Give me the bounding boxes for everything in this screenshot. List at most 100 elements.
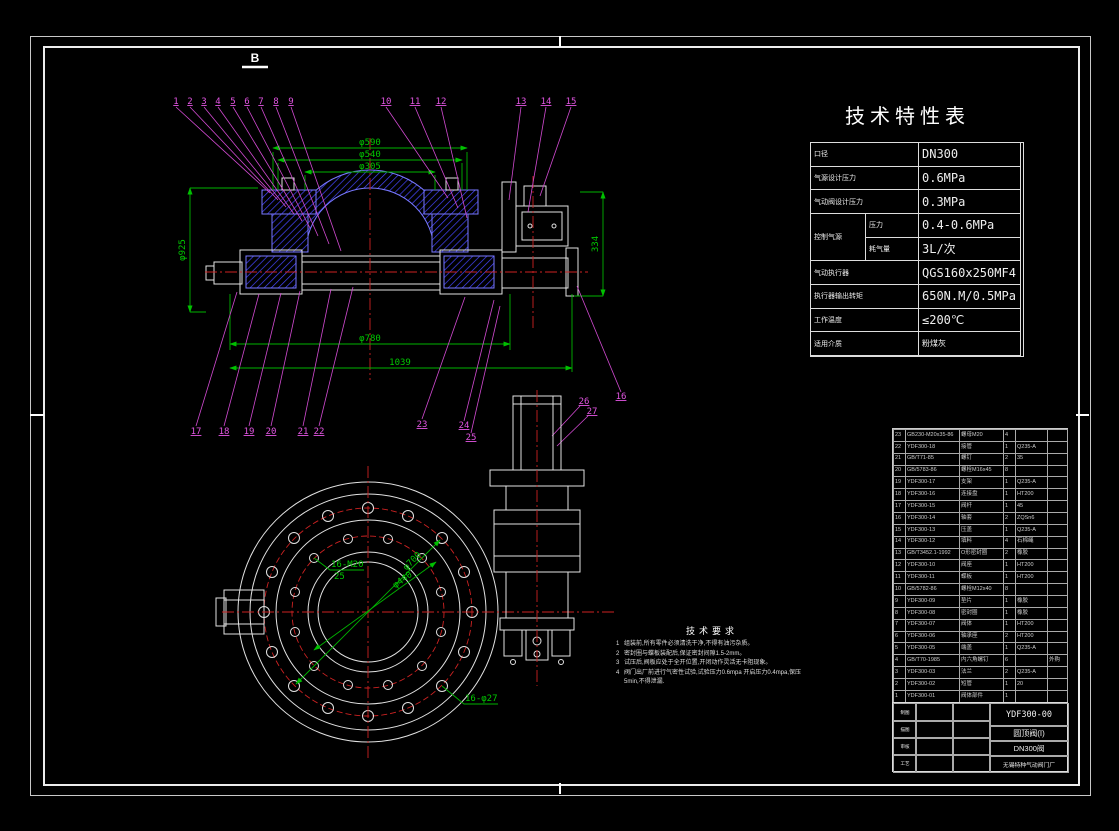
spec-value: 0.6MPa <box>919 167 1021 191</box>
bom-item-name: 内六角螺钉 <box>960 655 1004 667</box>
bom-item-qty: 1 <box>1004 690 1016 702</box>
spec-value: 3L/次 <box>919 238 1021 262</box>
svg-text:21: 21 <box>298 427 309 437</box>
svg-text:16-φ27: 16-φ27 <box>465 694 498 704</box>
bom-item-note <box>1048 489 1068 501</box>
bom-item-qty: 1 <box>1004 572 1016 584</box>
tech-requirement-line: 2 密封圈与蝶板装配后,保证密封间隙1.5-2mm。 <box>616 650 808 659</box>
bom-item-name: 螺母M20 <box>960 430 1004 442</box>
bom-item-qty: 1 <box>1004 560 1016 572</box>
svg-text:4: 4 <box>215 97 220 107</box>
bom-item-name: 端盖 <box>960 643 1004 655</box>
bom-item-material: HT200 <box>1016 572 1048 584</box>
bom-item-code: YDF300-11 <box>906 572 960 584</box>
bom-item-qty: 1 <box>1004 489 1016 501</box>
svg-text:18: 18 <box>219 427 230 437</box>
bom-row: 5 YDF300-05 端盖 1 Q235-A <box>894 643 1068 655</box>
bom-item-material: HT200 <box>1016 489 1048 501</box>
drawing-canvas[interactable]: B <box>0 0 1119 831</box>
bom-item-material <box>1016 430 1048 442</box>
bom-item-qty: 8 <box>1004 584 1016 596</box>
bom-item-note: 外购 <box>1048 655 1068 667</box>
bom-item-note <box>1048 548 1068 560</box>
svg-text:φ540: φ540 <box>359 150 381 160</box>
bom-item-no: 18 <box>894 489 906 501</box>
bom-item-note <box>1048 572 1068 584</box>
bom-row: 23 GB230-M20x35-86 螺母M20 4 <box>894 430 1068 442</box>
bom-item-name: 轴承座 <box>960 631 1004 643</box>
bom-item-material: 20 <box>1016 679 1048 691</box>
bom-item-note <box>1048 631 1068 643</box>
svg-text:φ440: φ440 <box>391 570 414 591</box>
bom-item-no: 9 <box>894 596 906 608</box>
bom-item-qty: 2 <box>1004 548 1016 560</box>
bom-row: 6 YDF300-06 轴承座 2 HT200 <box>894 631 1068 643</box>
spec-label: 工作温度 <box>811 309 919 333</box>
bom-row: 1 YDF300-01 阀体部件 1 <box>894 690 1068 702</box>
bom-item-code: GB/T3452.1-1992 <box>906 548 960 560</box>
bom-item-note <box>1048 501 1068 513</box>
bom-item-qty: 1 <box>1004 524 1016 536</box>
bom-item-qty: 2 <box>1004 513 1016 525</box>
bom-row: 22 YDF300-18 接管 1 Q235-A <box>894 441 1068 453</box>
spec-value: 粉煤灰 <box>919 332 1021 356</box>
bom-item-note <box>1048 690 1068 702</box>
bom-item-qty: 1 <box>1004 596 1016 608</box>
bom-item-name: 垫片 <box>960 596 1004 608</box>
svg-text:1039: 1039 <box>389 358 411 368</box>
svg-text:15: 15 <box>566 97 577 107</box>
bom-item-name: 压盖 <box>960 524 1004 536</box>
bom-item-no: 7 <box>894 619 906 631</box>
bom-item-name: 蝶板 <box>960 572 1004 584</box>
spec-label: 气源设计压力 <box>811 167 919 191</box>
bom-item-no: 6 <box>894 631 906 643</box>
bom-item-qty: 1 <box>1004 477 1016 489</box>
bom-item-no: 13 <box>894 548 906 560</box>
svg-text:1: 1 <box>173 97 178 107</box>
bom-item-code: YDF300-12 <box>906 536 960 548</box>
bom-item-note <box>1048 513 1068 525</box>
spec-sublabel: 耗气量 <box>866 238 919 262</box>
bom-item-material: 石棉绳 <box>1016 536 1048 548</box>
bom-item-material <box>1016 584 1048 596</box>
bom-item-code: YDF300-17 <box>906 477 960 489</box>
drawing-number: YDF300-00 <box>989 703 1069 727</box>
bom-row: 15 YDF300-13 压盖 1 Q235-A <box>894 524 1068 536</box>
svg-text:φ590: φ590 <box>359 138 381 148</box>
bom-row: 8 YDF300-08 密封圈 1 橡胶 <box>894 607 1068 619</box>
bom-item-material: 橡胶 <box>1016 607 1048 619</box>
bom-item-material: 35 <box>1016 453 1048 465</box>
svg-text:B: B <box>251 51 260 65</box>
bom-item-no: 21 <box>894 453 906 465</box>
bom-item-name: 接管 <box>960 441 1004 453</box>
tech-requirement-text: 阀门出厂前进行气密性试验,试验压力0.6mpa 开启压力0.4mpa,保压5mi… <box>624 669 808 686</box>
tech-requirement-text: 组装前,所有零件必须清洗干净,不得有油污杂质。 <box>624 640 753 649</box>
bom-row: 16 YDF300-14 轴套 2 ZQSn6 <box>894 513 1068 525</box>
bom-item-code: YDF300-05 <box>906 643 960 655</box>
bom-item-code: GB230-M20x35-86 <box>906 430 960 442</box>
bom-item-no: 15 <box>894 524 906 536</box>
bom-item-code: GB/5783-86 <box>906 465 960 477</box>
bom-row: 14 YDF300-12 填料 4 石棉绳 <box>894 536 1068 548</box>
bom-item-qty: 1 <box>1004 441 1016 453</box>
tech-requirement-text: 密封圈与蝶板装配后,保证密封间隙1.5-2mm。 <box>624 650 745 659</box>
bom-item-name: 轴套 <box>960 513 1004 525</box>
bom-row: 9 YDF300-09 垫片 1 橡胶 <box>894 596 1068 608</box>
spec-value: 0.4-0.6MPa <box>919 214 1021 238</box>
bom-row: 7 YDF300-07 阀体 1 HT200 <box>894 619 1068 631</box>
svg-text:3: 3 <box>201 97 206 107</box>
svg-text:7: 7 <box>258 97 263 107</box>
tech-requirements-title: 技术要求 <box>616 624 808 637</box>
bom-item-no: 3 <box>894 667 906 679</box>
bom-item-qty: 2 <box>1004 453 1016 465</box>
bom-item-material <box>1016 465 1048 477</box>
tech-requirement-line: 1 组装前,所有零件必须清洗干净,不得有油污杂质。 <box>616 640 808 649</box>
bom-item-qty: 1 <box>1004 501 1016 513</box>
spec-value: ≤200℃ <box>919 309 1021 333</box>
tech-requirements: 技术要求 1 组装前,所有零件必须清洗干净,不得有油污杂质。 2 密封圈与蝶板装… <box>616 624 808 687</box>
bom-item-code: GB/T71-85 <box>906 453 960 465</box>
bom-item-material: Q235-A <box>1016 643 1048 655</box>
bom-item-material: Q235-A <box>1016 524 1048 536</box>
bom-item-name: 密封圈 <box>960 607 1004 619</box>
spec-value: 650N.M/0.5MPa <box>919 285 1021 309</box>
